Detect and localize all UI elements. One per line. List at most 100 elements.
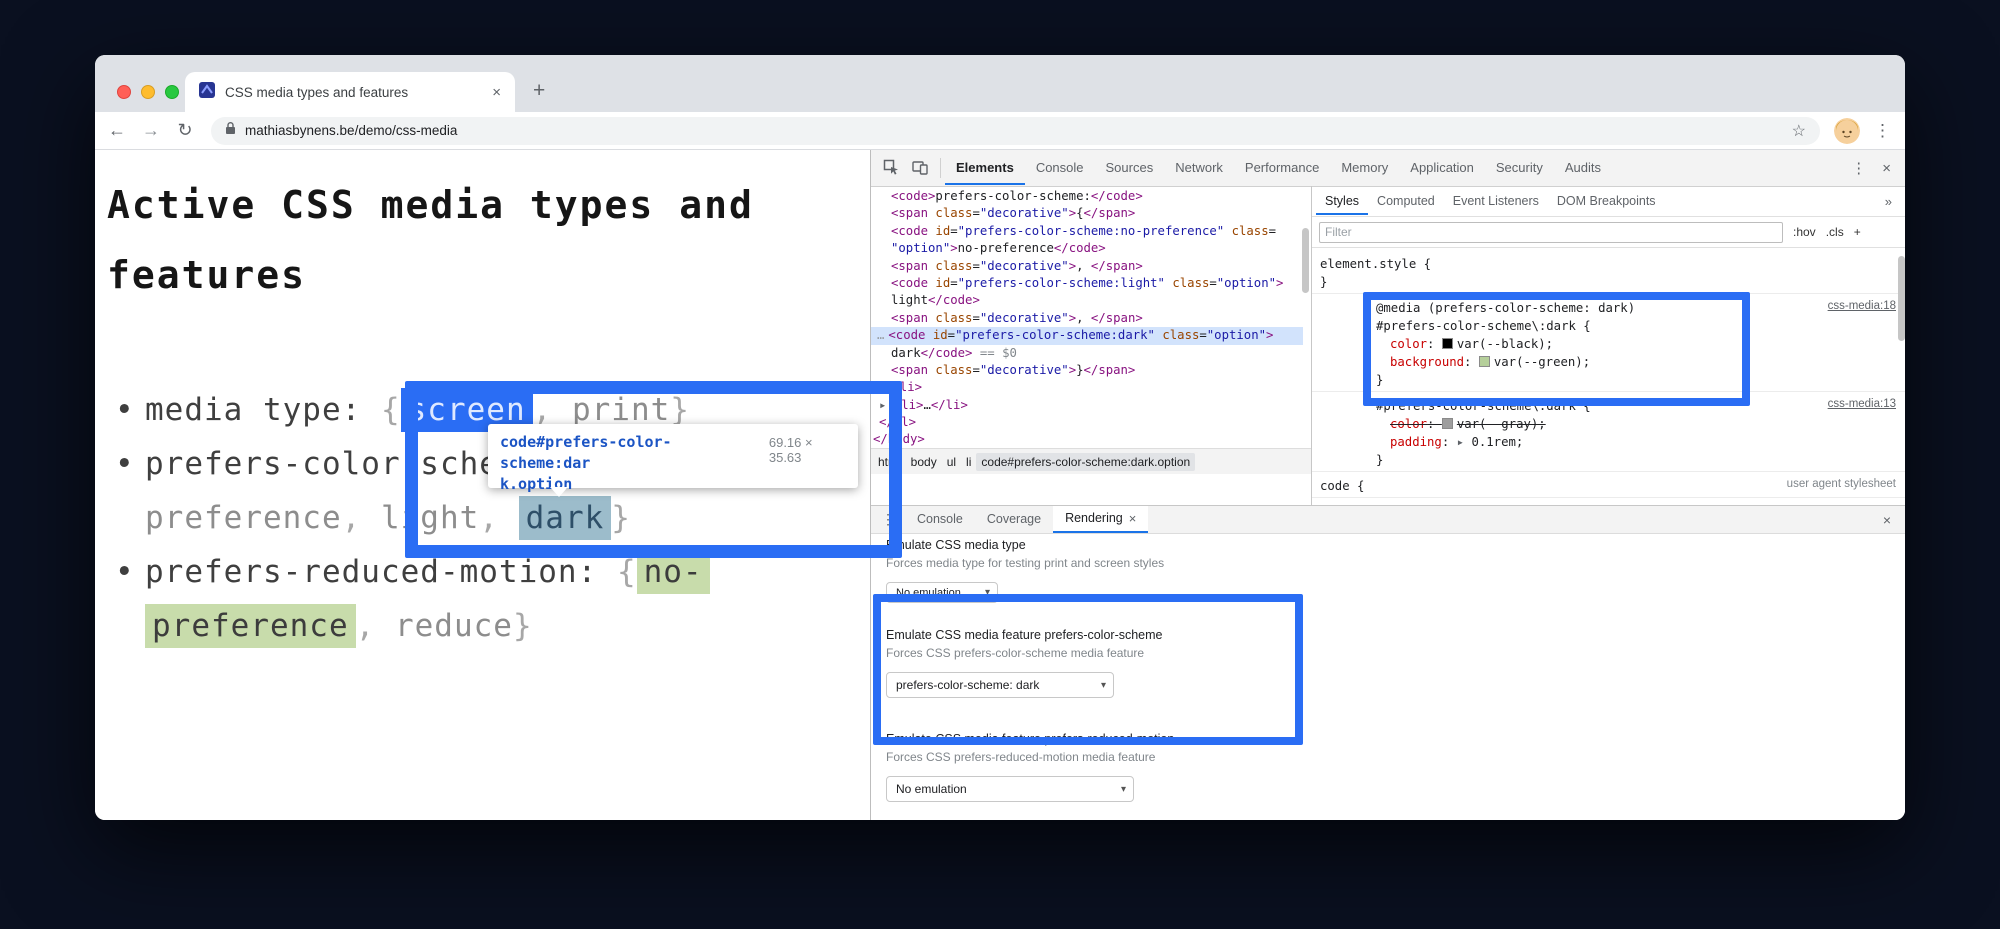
window-controls <box>117 85 179 99</box>
breadcrumb-item[interactable]: li <box>961 453 976 471</box>
back-button[interactable]: ← <box>105 120 129 141</box>
styles-tab-styles[interactable]: Styles <box>1316 187 1368 215</box>
minimize-window-button[interactable] <box>141 85 155 99</box>
segment: dark <box>891 346 921 360</box>
hover-state-toggle[interactable]: :hov <box>1793 225 1816 239</box>
tab-title: CSS media types and features <box>225 85 482 100</box>
style-declaration[interactable]: } <box>1376 451 1905 469</box>
dom-tree-line[interactable]: <code>prefers-color-scheme:</code> <box>871 188 1303 205</box>
class-toggle[interactable]: .cls <box>1826 225 1844 239</box>
address-bar[interactable]: mathiasbynens.be/demo/css-media ☆ <box>211 117 1820 145</box>
main-tab-security[interactable]: Security <box>1485 151 1554 185</box>
segment: color <box>1390 417 1427 431</box>
main-tab-sources[interactable]: Sources <box>1095 151 1165 185</box>
segment: } <box>513 608 533 644</box>
browser-menu-icon[interactable]: ⋮ <box>1870 121 1895 141</box>
segment: var(--gray); <box>1457 417 1546 431</box>
segment: no-preference <box>958 241 1054 255</box>
forward-button[interactable]: → <box>139 120 163 141</box>
page-title-line1: Active CSS media types and <box>107 170 754 240</box>
inspect-element-icon[interactable] <box>883 159 899 178</box>
styles-tab-computed[interactable]: Computed <box>1368 187 1444 215</box>
main-tab-memory[interactable]: Memory <box>1330 151 1399 185</box>
toolbar-separator <box>940 158 941 178</box>
new-tab-button[interactable]: + <box>533 79 545 103</box>
segment: </li> <box>931 398 968 412</box>
close-window-button[interactable] <box>117 85 131 99</box>
segment: } <box>1076 363 1083 377</box>
breadcrumb-item[interactable]: ul <box>942 453 961 471</box>
devtools-main-tabs: ElementsConsoleSourcesNetworkPerformance… <box>945 150 1612 186</box>
segment: "prefers-color-scheme:no-preference" <box>958 224 1225 238</box>
profile-avatar[interactable] <box>1834 118 1860 144</box>
dom-tree: <code>prefers-color-scheme:</code><span … <box>871 188 1303 448</box>
styles-tab-event-listeners[interactable]: Event Listeners <box>1444 187 1548 215</box>
segment: … <box>923 398 930 412</box>
style-declaration[interactable]: element.style { <box>1320 255 1905 273</box>
tab-strip: CSS media types and features × + <box>95 55 1905 112</box>
segment: </code> <box>928 293 980 307</box>
segment: = <box>1269 224 1276 238</box>
dom-tree-line[interactable]: <span class="decorative">}</span> <box>871 362 1303 379</box>
main-tab-console[interactable]: Console <box>1025 151 1095 185</box>
stylesheet-link[interactable]: css-media:13 <box>1828 398 1896 410</box>
dom-tree-line[interactable]: <span class="decorative">, </span> <box>871 310 1303 327</box>
device-toolbar-icon[interactable] <box>912 159 928 178</box>
style-declaration[interactable]: } <box>1320 273 1905 291</box>
dom-tree-line-selected[interactable]: …<code id="prefers-color-scheme:dark" cl… <box>871 327 1303 344</box>
style-declaration[interactable]: padding: ▸ 0.1rem; <box>1376 433 1905 451</box>
main-tab-audits[interactable]: Audits <box>1554 151 1612 185</box>
stylesheet-link[interactable]: css-media:18 <box>1828 300 1896 312</box>
dom-tree-line[interactable]: dark</code> == $0 <box>871 345 1303 362</box>
styles-tab-dom-breakpoints[interactable]: DOM Breakpoints <box>1548 187 1665 215</box>
segment: <code <box>891 224 928 238</box>
segment: media type: <box>145 392 381 428</box>
dom-tree-line[interactable]: ▸ <li>…</li> <box>871 397 1303 414</box>
segment: > <box>1069 259 1076 273</box>
main-tab-network[interactable]: Network <box>1164 151 1234 185</box>
dom-tree-line[interactable]: light</code> <box>871 292 1303 309</box>
elements-scrollbar[interactable] <box>1302 228 1309 293</box>
segment: "prefers-color-scheme:dark" <box>955 328 1155 342</box>
dom-tree-line[interactable]: "option">no-preference</code> <box>871 240 1303 257</box>
segment: = <box>1209 276 1216 290</box>
bullet-marker: • <box>115 383 135 437</box>
dom-tree-line[interactable]: <code id="prefers-color-scheme:no-prefer… <box>871 223 1303 240</box>
devtools-menu-icon[interactable]: ⋮ <box>1845 159 1872 177</box>
dom-tree-line[interactable]: <span class="decorative">, </span> <box>871 258 1303 275</box>
main-tab-performance[interactable]: Performance <box>1234 151 1330 185</box>
breadcrumb-item[interactable]: code#prefers-color-scheme:dark.option <box>976 453 1195 471</box>
reload-button[interactable]: ↻ <box>173 120 197 141</box>
segment: = <box>948 328 955 342</box>
new-style-rule-button[interactable]: + <box>1854 225 1861 239</box>
maximize-window-button[interactable] <box>165 85 179 99</box>
styles-filter-input[interactable] <box>1319 222 1783 243</box>
style-declaration[interactable]: color: var(--gray); <box>1376 415 1905 433</box>
segment: : <box>1427 417 1442 431</box>
devtools-close-icon[interactable]: × <box>1876 160 1897 177</box>
bookmark-star-icon[interactable]: ☆ <box>1792 121 1806 141</box>
main-tab-elements[interactable]: Elements <box>945 151 1025 185</box>
breadcrumb-item[interactable]: body <box>906 453 942 471</box>
dom-tree-line[interactable]: </body> <box>871 431 1303 448</box>
styles-scrollbar[interactable] <box>1898 256 1905 341</box>
devtools-tabbar-right: ⋮ × <box>1845 159 1905 177</box>
annotation-box-rendering <box>873 594 1303 745</box>
dom-tree-line[interactable]: <code id="prefers-color-scheme:light" cl… <box>871 275 1303 292</box>
dom-tree-line[interactable]: </li> <box>871 379 1303 396</box>
browser-tab[interactable]: CSS media types and features × <box>185 72 515 112</box>
segment: : <box>1442 435 1457 449</box>
segment: id <box>928 276 950 290</box>
tooltip-dimensions: 69.16 × 35.63 <box>769 435 846 465</box>
styles-overflow-icon[interactable]: » <box>1875 194 1902 209</box>
tab-close-icon[interactable]: × <box>492 84 501 101</box>
dom-tree-line[interactable]: </ul> <box>871 414 1303 431</box>
dom-tree-line[interactable]: <span class="decorative">{</span> <box>871 205 1303 222</box>
emulation-select[interactable]: No emulation▾ <box>886 776 1134 802</box>
segment: prefers-color-scheme: <box>935 189 1090 203</box>
segment: </span> <box>1091 311 1143 325</box>
page-title-line2: features <box>107 240 754 310</box>
main-tab-application[interactable]: Application <box>1399 151 1485 185</box>
bullet-marker: • <box>115 437 135 491</box>
segment: class <box>928 259 972 273</box>
